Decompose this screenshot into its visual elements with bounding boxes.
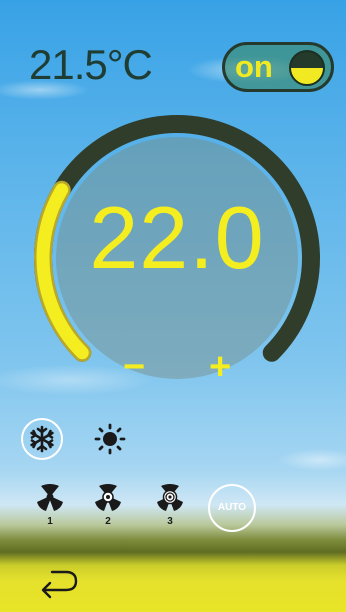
current-temperature: 21.5°C (29, 41, 153, 88)
thermostat-dial[interactable]: 22.0 − + (29, 110, 325, 406)
back-arrow-icon (41, 570, 78, 599)
fan-icon (157, 484, 183, 511)
heat-mode-button[interactable] (91, 418, 133, 460)
setpoint-temperature: 22.0 (89, 188, 265, 287)
fan-speed-2-button[interactable]: 2 (86, 480, 130, 530)
fan-icon (37, 484, 63, 511)
fan-icon (95, 484, 121, 511)
fan-speed-label: 2 (105, 516, 111, 527)
fan-speed-label: 3 (167, 516, 173, 527)
sun-icon (94, 423, 126, 455)
power-toggle[interactable]: on (222, 42, 334, 92)
top-bar: 21.5°C on (0, 0, 346, 110)
back-button[interactable] (36, 564, 82, 600)
fan-auto-button[interactable]: AUTO (208, 484, 256, 532)
decrease-temperature-button[interactable]: − (123, 348, 145, 386)
increase-temperature-button[interactable]: + (209, 348, 231, 386)
power-toggle-label: on (235, 49, 273, 84)
snowflake-icon (30, 425, 54, 453)
fan-speed-3-button[interactable]: 3 (148, 480, 192, 530)
fan-speed-1-button[interactable]: 1 (28, 480, 72, 530)
fan-speed-label: 1 (47, 516, 53, 527)
cool-mode-button[interactable] (21, 418, 63, 460)
power-toggle-knob (289, 50, 325, 86)
